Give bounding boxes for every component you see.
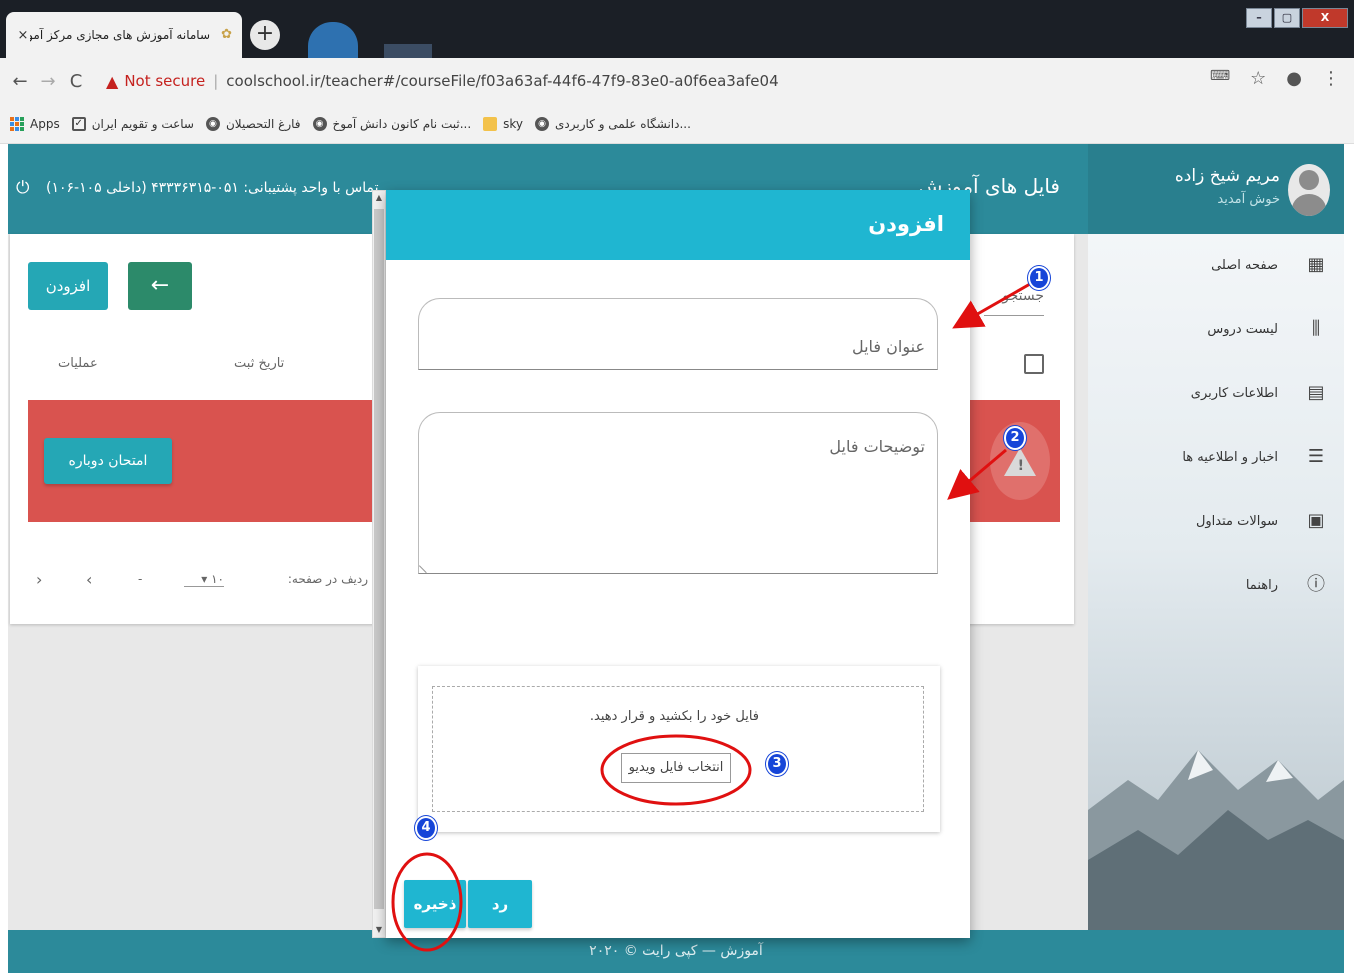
save-button[interactable]: ذخیره	[404, 880, 466, 928]
library-icon: ⫼	[1311, 318, 1321, 339]
profile-icon[interactable]: ●	[1286, 68, 1302, 89]
cancel-button[interactable]: رد	[468, 880, 532, 928]
annotation-badge-2: 2	[1004, 426, 1026, 450]
file-description-input[interactable]	[419, 413, 937, 573]
reload-icon[interactable]: C	[62, 71, 90, 92]
desktop-background-element	[308, 22, 358, 58]
minimize-icon[interactable]: –	[1246, 8, 1272, 28]
column-date[interactable]: تاریخ ثبت	[234, 356, 284, 371]
menu-dots-icon[interactable]: ⋮	[1322, 68, 1340, 89]
bookmark-item[interactable]: ◉ ثبت نام کانون دانش آموخ...	[312, 116, 471, 131]
not-secure-label: Not secure	[124, 72, 206, 90]
site-favicon-icon: ✿	[221, 27, 232, 42]
sidebar-item-help[interactable]: ⓘ راهنما	[1098, 570, 1328, 600]
support-text: تماس با واحد پشتیبانی: ۰۵۱-۴۳۳۳۶۳۱۵ (داخ…	[46, 180, 379, 196]
add-button[interactable]: افزودن	[28, 262, 108, 310]
chevron-right-icon[interactable]: ›	[86, 570, 92, 589]
rows-per-page-label: ردیف در صفحه:	[287, 572, 368, 586]
help-icon: ⓘ	[1307, 574, 1325, 595]
bookmark-star-icon[interactable]: ☆	[1250, 68, 1266, 89]
power-icon[interactable]: ⏻	[16, 178, 29, 198]
file-dropzone[interactable]: فایل خود را بکشید و قرار دهید. انتخاب فا…	[432, 686, 924, 812]
scroll-thumb[interactable]	[374, 209, 384, 909]
select-all-checkbox[interactable]	[1024, 354, 1044, 374]
bookmark-apps[interactable]: Apps	[10, 116, 60, 131]
welcome-text: خوش آمدید	[1217, 192, 1280, 207]
window-close-icon[interactable]: X	[1302, 8, 1348, 28]
tab-title: سامانه آموزش های مجازی مرکز آموزش ...	[30, 28, 210, 42]
dialog-header: افزودن	[386, 190, 970, 260]
faq-icon: ▣	[1307, 510, 1325, 531]
apps-grid-icon	[10, 116, 24, 131]
url-field[interactable]: ▲ Not secure | coolschool.ir/teacher#/co…	[106, 66, 1206, 96]
tab-close-icon[interactable]: ×	[16, 28, 30, 43]
news-icon: ☰	[1307, 446, 1325, 467]
window-controls: – ▢ X	[1246, 8, 1348, 28]
bookmark-item[interactable]: ◉ دانشگاه علمی و کاربردی...	[535, 116, 691, 131]
rows-per-page-select[interactable]: ۱۰ ▾	[184, 572, 224, 587]
globe-icon: ◉	[205, 116, 220, 131]
globe-icon: ◉	[312, 116, 327, 131]
bookmark-item[interactable]: ✓ ساعت و تقویم ایران	[71, 116, 194, 131]
annotation-badge-4: 4	[415, 816, 437, 840]
scroll-down-icon[interactable]: ▼	[373, 923, 385, 937]
avatar[interactable]	[1288, 164, 1330, 216]
sidebar-item-profile[interactable]: ▤ اطلاعات کاربری	[1098, 378, 1328, 408]
desktop-background-element	[384, 44, 432, 58]
sidebar: ▦ صفحه اصلی ⫼ لیست دروس ▤ اطلاعات کاربری…	[1088, 234, 1344, 930]
sidebar-item-home[interactable]: ▦ صفحه اصلی	[1098, 250, 1328, 280]
maximize-icon[interactable]: ▢	[1274, 8, 1300, 28]
checkbox-icon: ✓	[71, 116, 86, 131]
back-button[interactable]: ←	[128, 262, 192, 310]
back-arrow-icon[interactable]: ←	[6, 71, 34, 92]
dialog-title: افزودن	[868, 212, 944, 236]
address-bar: ← → C ▲ Not secure | coolschool.ir/teach…	[0, 58, 1354, 104]
retry-button[interactable]: امتحان دوباره	[44, 438, 172, 484]
browser-tab[interactable]: ✿ سامانه آموزش های مجازی مرکز آموزش ... …	[6, 12, 242, 58]
url-text: coolschool.ir/teacher#/courseFile/f03a63…	[226, 72, 779, 90]
scroll-up-icon[interactable]: ▲	[373, 191, 385, 205]
add-file-dialog: افزودن فایل خود را بکشید و قرار دهید. ان…	[386, 190, 970, 938]
pagination: ردیف در صفحه: ۱۰ ▾ - › ‹	[28, 564, 368, 594]
bookmark-item[interactable]: ◉ فارغ التحصیلان	[205, 116, 301, 131]
mountain-background	[1088, 750, 1344, 930]
user-name: مریم شیخ زاده	[1174, 166, 1280, 186]
select-video-button[interactable]: انتخاب فایل ویدیو	[621, 753, 731, 783]
arrow-left-icon: ←	[150, 273, 170, 298]
forward-arrow-icon[interactable]: →	[34, 71, 62, 92]
sidebar-item-faq[interactable]: ▣ سوالات متداول	[1098, 506, 1328, 536]
browser-tab-bar: ✿ سامانه آموزش های مجازی مرکز آموزش ... …	[0, 0, 1354, 58]
globe-icon: ◉	[535, 116, 550, 131]
annotation-badge-3: 3	[766, 752, 788, 776]
warning-icon: ▲	[106, 71, 119, 91]
file-title-field[interactable]	[418, 298, 938, 370]
bookmark-item[interactable]: sky	[483, 116, 523, 131]
file-title-input[interactable]	[419, 299, 937, 369]
upload-card: فایل خود را بکشید و قرار دهید. انتخاب فا…	[418, 666, 940, 832]
dialog-scrollbar[interactable]: ▲ ▼	[372, 190, 386, 938]
file-description-field[interactable]	[418, 412, 938, 574]
page-range: -	[138, 572, 143, 586]
translate-icon[interactable]: ⌨	[1210, 68, 1230, 89]
sidebar-item-courses[interactable]: ⫼ لیست دروس	[1098, 314, 1328, 344]
dashboard-icon: ▦	[1307, 254, 1325, 275]
column-operations: عملیات	[58, 356, 98, 371]
address-bar-actions: ⌨ ☆ ● ⋮	[1210, 68, 1340, 89]
search-input[interactable]: جستجو	[984, 288, 1044, 316]
annotation-badge-1: 1	[1028, 266, 1050, 290]
bookmarks-bar: Apps ✓ ساعت و تقویم ایران ◉ فارغ التحصیل…	[0, 104, 1354, 144]
new-tab-button[interactable]: +	[250, 20, 280, 50]
sidebar-item-news[interactable]: ☰ اخبار و اطلاعیه ها	[1098, 442, 1328, 472]
dropzone-text: فایل خود را بکشید و قرار دهید.	[589, 709, 759, 724]
chevron-left-icon[interactable]: ‹	[36, 570, 42, 589]
id-card-icon: ▤	[1307, 382, 1325, 403]
folder-icon	[483, 116, 498, 131]
